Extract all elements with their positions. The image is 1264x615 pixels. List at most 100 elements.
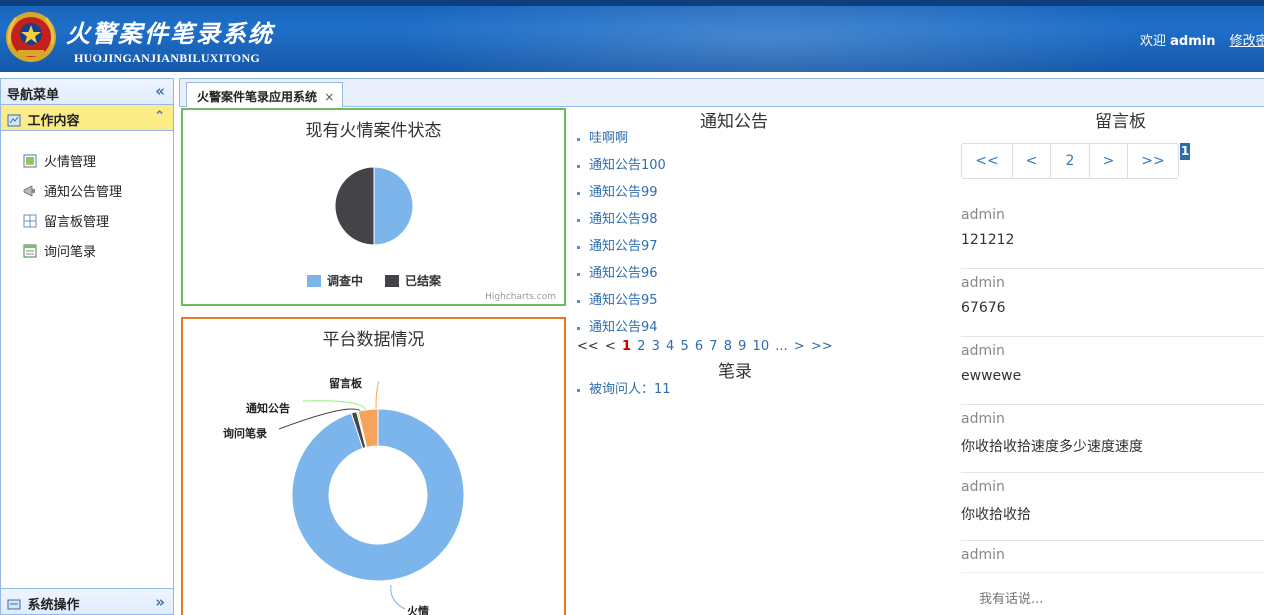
expand-down-icon[interactable]: » bbox=[155, 593, 165, 611]
section-system-label: 系统操作 bbox=[27, 598, 80, 613]
label-board: 留言板 bbox=[329, 377, 362, 390]
notice-pager: << < 1 2 3 4 5 6 7 8 9 10 ... > >> bbox=[577, 339, 836, 354]
tab-label: 火警案件笔录应用系统 bbox=[197, 90, 318, 104]
label-notice: 通知公告 bbox=[246, 402, 290, 415]
change-password-link[interactable]: 修改密码 bbox=[1230, 34, 1264, 49]
message-text: 67676 bbox=[961, 300, 1006, 316]
notice-item[interactable]: 通知公告100 bbox=[575, 157, 666, 184]
message-user: admin bbox=[961, 275, 1005, 291]
legend-investigating[interactable]: 调查中 bbox=[327, 272, 363, 289]
pager-page[interactable]: 9 bbox=[738, 339, 746, 354]
board-pager-page[interactable]: 2 bbox=[1051, 144, 1090, 178]
message-input[interactable] bbox=[961, 572, 1264, 612]
notice-title: 通知公告 bbox=[700, 112, 768, 132]
tab-bar: 火警案件笔录应用系统 × bbox=[179, 78, 1264, 108]
notice-item[interactable]: 通知公告99 bbox=[575, 184, 666, 211]
pager-page[interactable]: 4 bbox=[666, 339, 674, 354]
platform-data-panel: 平台数据情况 留言板 通知公告 询问笔录 火情 bbox=[181, 317, 566, 615]
board-current-page: 1 bbox=[1180, 143, 1190, 160]
message-text: ewwewe bbox=[961, 368, 1022, 384]
message-user: admin bbox=[961, 479, 1005, 495]
username: admin bbox=[1170, 34, 1216, 49]
app-title: 火警案件笔录系统 bbox=[66, 19, 274, 48]
section-system-ops[interactable]: 系统操作 » bbox=[1, 588, 173, 614]
message-board: 留言板 << < 2 > >> 1 admin 121212 admin 676… bbox=[959, 107, 1264, 615]
notice-item[interactable]: 哇啊啊 bbox=[575, 130, 666, 157]
message-item: admin 你收拾收拾 bbox=[961, 473, 1264, 541]
tab-main-app[interactable]: 火警案件笔录应用系统 × bbox=[186, 82, 344, 108]
police-emblem-icon bbox=[6, 12, 56, 62]
message-user: admin bbox=[961, 207, 1005, 223]
sidebar-item-fire-manage[interactable]: 火情管理 bbox=[23, 151, 96, 170]
section-work-label: 工作内容 bbox=[27, 114, 80, 129]
board-pager-prev[interactable]: < bbox=[1013, 144, 1051, 178]
sidebar: 导航菜单 « 工作内容 ⌃ 火情管理 通知公告管理 留言板管理 询问笔录 系统操… bbox=[0, 78, 174, 615]
legend-swatch-closed bbox=[385, 274, 400, 287]
pager-first[interactable]: << bbox=[577, 339, 599, 354]
message-text: 你收拾收拾速度多少速度速度 bbox=[961, 439, 1143, 455]
platform-data-chart bbox=[278, 380, 465, 610]
sidebar-item-label: 火情管理 bbox=[44, 155, 97, 170]
fire-manage-icon bbox=[23, 154, 37, 167]
board-pager-last[interactable]: >> bbox=[1128, 144, 1178, 178]
app-subtitle: HUOJINGANJIANBILUXITONG bbox=[74, 51, 261, 65]
pager-page[interactable]: 10 bbox=[753, 339, 770, 354]
notice-item[interactable]: 通知公告95 bbox=[575, 292, 666, 319]
pager-page[interactable]: 2 bbox=[637, 339, 645, 354]
work-content-icon bbox=[7, 114, 21, 127]
label-fire: 火情 bbox=[407, 605, 429, 615]
header-top-line bbox=[0, 0, 1264, 6]
message-item: admin ewwewe bbox=[961, 337, 1264, 405]
pager-page[interactable]: 5 bbox=[680, 339, 688, 354]
main-content: 现有火情案件状态 调查中 已结案 Highcharts.com 平台数据情况 留… bbox=[179, 107, 1264, 615]
app-header: 火警案件笔录系统 HUOJINGANJIANBILUXITONG 欢迎 admi… bbox=[0, 0, 1264, 72]
sidebar-item-label: 询问笔录 bbox=[44, 245, 97, 260]
collapse-up-icon[interactable]: ⌃ bbox=[154, 109, 165, 124]
pager-page[interactable]: 7 bbox=[709, 339, 717, 354]
pager-next[interactable]: > bbox=[794, 339, 805, 354]
board-pager-first[interactable]: << bbox=[962, 144, 1013, 178]
legend-closed[interactable]: 已结案 bbox=[405, 272, 441, 289]
notice-item[interactable]: 通知公告98 bbox=[575, 211, 666, 238]
nav-menu-title: 导航菜单 bbox=[7, 88, 60, 103]
notice-item[interactable]: 通知公告96 bbox=[575, 265, 666, 292]
pager-page[interactable]: 6 bbox=[695, 339, 703, 354]
notice-item[interactable]: 通知公告97 bbox=[575, 238, 666, 265]
sidebar-item-label: 留言板管理 bbox=[44, 215, 110, 230]
pager-last[interactable]: >> bbox=[811, 339, 833, 354]
tab-close-icon[interactable]: × bbox=[324, 90, 334, 104]
leader-line-fire bbox=[390, 584, 406, 610]
sidebar-item-inquiry-record[interactable]: 询问笔录 bbox=[23, 241, 96, 260]
grid-icon bbox=[23, 214, 37, 227]
nav-menu-header: 导航菜单 « bbox=[1, 79, 173, 105]
message-item: admin 121212 bbox=[961, 201, 1264, 269]
pager-current[interactable]: 1 bbox=[622, 339, 631, 354]
message-item: admin 你收拾收拾速度多少速度速度 bbox=[961, 405, 1264, 473]
record-item[interactable]: 被询问人：11 bbox=[575, 381, 671, 408]
pager-page[interactable]: 8 bbox=[724, 339, 732, 354]
system-ops-icon bbox=[7, 599, 21, 610]
pager-page[interactable]: 3 bbox=[652, 339, 660, 354]
sidebar-item-notice-manage[interactable]: 通知公告管理 bbox=[23, 181, 122, 200]
pager-prev[interactable]: < bbox=[605, 339, 616, 354]
fire-status-legend: 调查中 已结案 bbox=[307, 272, 441, 289]
highcharts-credit[interactable]: Highcharts.com bbox=[485, 292, 556, 302]
collapse-left-icon[interactable]: « bbox=[155, 82, 165, 100]
pager-ellipsis[interactable]: ... bbox=[775, 339, 787, 354]
pie-slice-1[interactable] bbox=[334, 166, 375, 246]
form-icon bbox=[23, 244, 37, 257]
board-pager-next[interactable]: > bbox=[1090, 144, 1128, 178]
records-list: 被询问人：11 bbox=[575, 381, 671, 408]
megaphone-icon bbox=[23, 184, 35, 197]
sidebar-item-board-manage[interactable]: 留言板管理 bbox=[23, 211, 109, 230]
fire-status-panel: 现有火情案件状态 调查中 已结案 Highcharts.com bbox=[181, 108, 566, 306]
notice-list: 哇啊啊 通知公告100 通知公告99 通知公告98 通知公告97 通知公告96 … bbox=[575, 130, 666, 346]
label-record: 询问笔录 bbox=[223, 427, 267, 440]
message-user: admin bbox=[961, 547, 1005, 563]
welcome-area: 欢迎 admin 修改密码 bbox=[1140, 30, 1264, 49]
legend-swatch-investigating bbox=[307, 274, 321, 287]
pie-slice-0[interactable] bbox=[373, 166, 414, 246]
message-text: 你收拾收拾 bbox=[961, 507, 1031, 523]
board-pager: << < 2 > >> bbox=[961, 143, 1179, 179]
section-work-content[interactable]: 工作内容 ⌃ bbox=[1, 105, 173, 131]
